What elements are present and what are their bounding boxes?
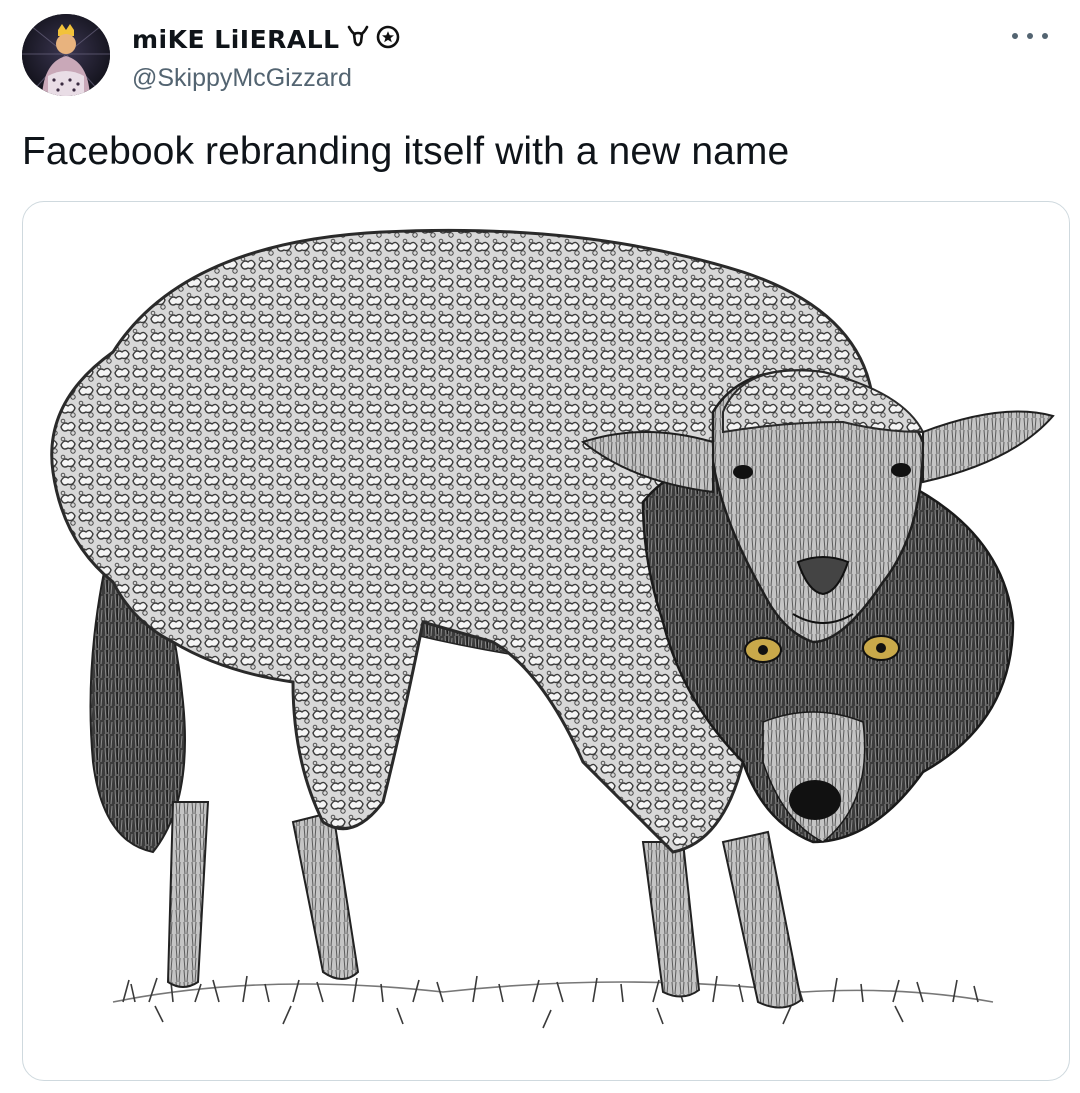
circle-star-emoji-icon	[376, 25, 400, 54]
display-name[interactable]: miKE LiIERALL	[132, 25, 340, 54]
more-dot	[1042, 33, 1048, 39]
avatar-image	[22, 14, 110, 96]
more-dot	[1012, 33, 1018, 39]
avatar[interactable]	[22, 14, 110, 96]
handle[interactable]: @SkippyMcGizzard	[132, 64, 400, 93]
more-dots-icon[interactable]	[1012, 24, 1048, 48]
wolf-in-sheeps-clothing-illustration	[50, 228, 1055, 1029]
goat-emoji-icon	[346, 24, 370, 55]
tweet-media[interactable]	[22, 201, 1070, 1081]
tweet-header: miKE LiIERALL @SkippyMcGizzard	[22, 14, 1062, 98]
more-dot	[1027, 33, 1033, 39]
author-names: miKE LiIERALL @SkippyMcGizzard	[132, 22, 400, 93]
display-name-row: miKE LiIERALL	[132, 22, 400, 56]
tweet-text: Facebook rebranding itself with a new na…	[22, 130, 790, 173]
